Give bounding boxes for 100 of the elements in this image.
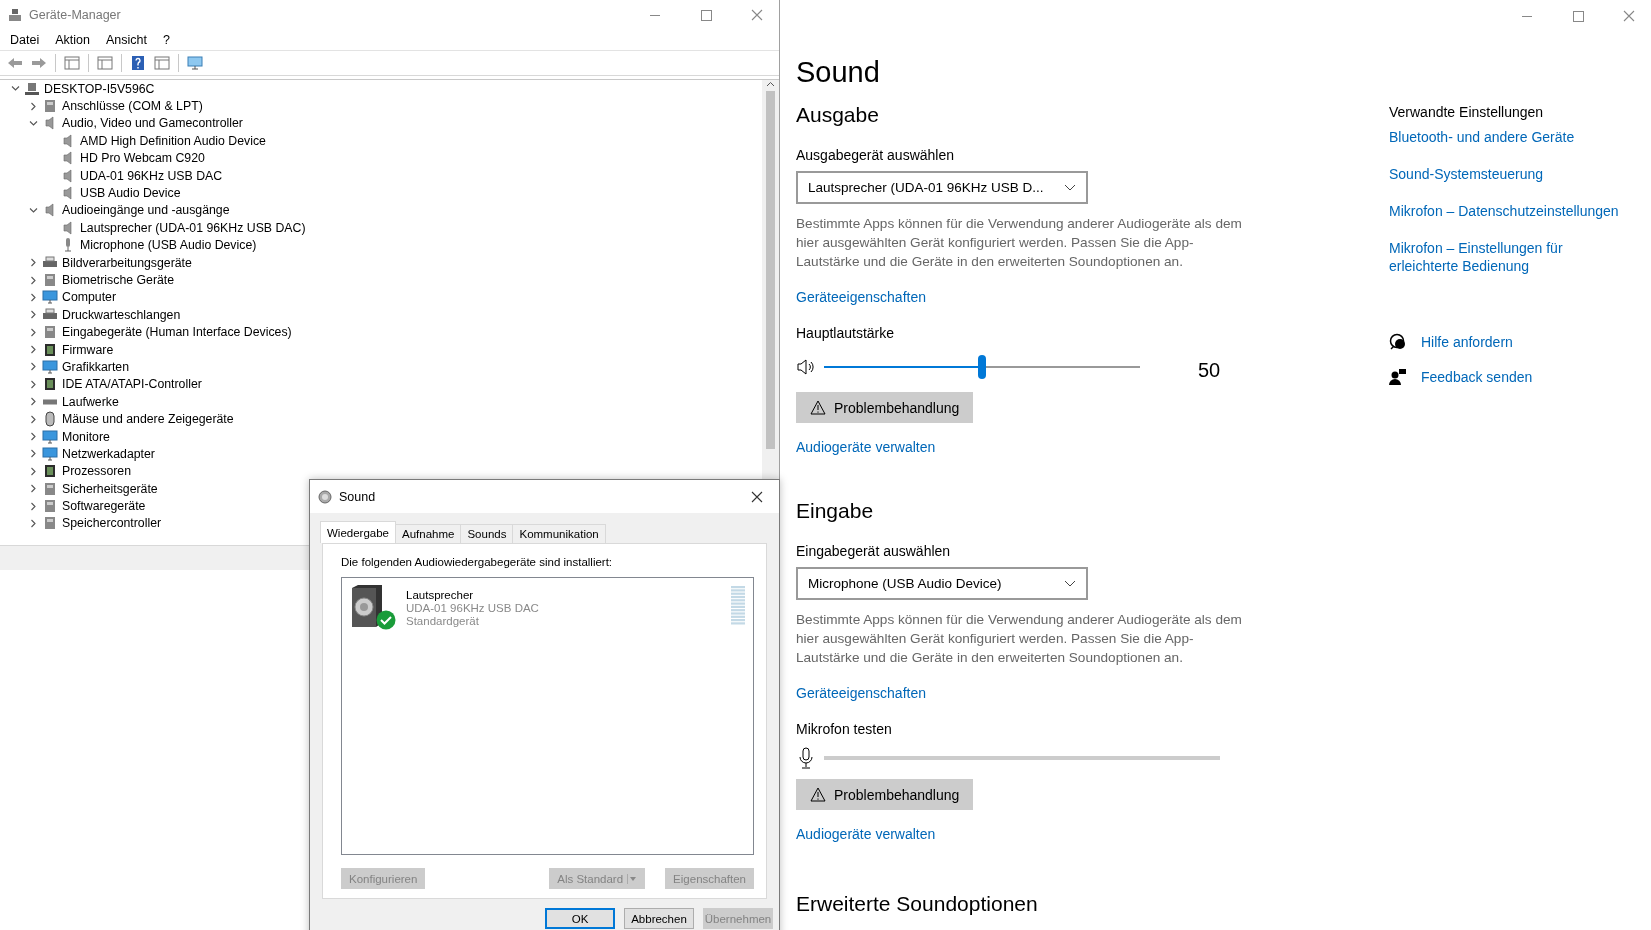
field-label: Mikrofon testen xyxy=(796,721,892,737)
feedback-icon xyxy=(1389,367,1407,386)
help-chat-icon xyxy=(1389,332,1407,351)
section-heading: Eingabe xyxy=(796,499,874,523)
monitor-icon xyxy=(42,428,58,445)
menu-item[interactable]: Ansicht xyxy=(97,33,155,47)
close-icon xyxy=(1623,10,1635,22)
forward-arrow-icon xyxy=(31,55,47,71)
tree-item[interactable]: Druckwarteschlangen xyxy=(62,307,181,322)
tree-item[interactable]: Laufwerke xyxy=(62,394,119,409)
monitor-icon xyxy=(42,445,58,462)
window-title: Geräte-Manager xyxy=(29,8,122,22)
window-icon xyxy=(154,55,170,71)
tree-item[interactable]: Speichercontroller xyxy=(62,516,162,531)
maximize-icon xyxy=(1572,10,1584,22)
settings-link[interactable]: Mikrofon – Einstellungen für erleichterte Bedienung xyxy=(1389,239,1629,275)
manage-devices-link[interactable]: Audiogeräte verwalten xyxy=(796,439,936,455)
tree-item[interactable]: Audioeingänge und -ausgänge xyxy=(62,203,230,218)
chevron-right-icon xyxy=(28,101,38,111)
section-heading: Ausgabe xyxy=(796,103,879,127)
tree-item[interactable]: Sicherheitsgeräte xyxy=(62,481,158,496)
tree-item[interactable]: Audio, Video und Gamecontroller xyxy=(62,116,243,131)
tree-item[interactable]: Softwaregeräte xyxy=(62,499,146,514)
menu-item[interactable]: Aktion xyxy=(47,33,98,47)
chip-icon xyxy=(42,341,58,358)
device-icon xyxy=(42,324,58,341)
tree-item[interactable]: DESKTOP-I5V596C xyxy=(44,81,155,96)
device-dropdown[interactable]: Lautsprecher (UDA-01 96KHz USB D... xyxy=(796,171,1088,204)
level-meter-icon xyxy=(731,586,745,626)
back-arrow-icon xyxy=(7,55,23,71)
speaker-icon xyxy=(796,356,816,377)
chip-icon xyxy=(42,376,58,393)
menu-item[interactable]: Datei xyxy=(2,33,48,47)
properties-link[interactable]: Geräteeigenschaften xyxy=(796,289,926,305)
chevron-down-icon xyxy=(1064,183,1076,192)
chevron-down-icon xyxy=(28,119,38,128)
tree-item[interactable]: Computer xyxy=(62,290,116,305)
manage-devices-link[interactable]: Audiogeräte verwalten xyxy=(796,826,936,842)
speaker-icon xyxy=(318,489,332,504)
maximize-icon xyxy=(700,9,712,21)
chevron-down-icon xyxy=(28,205,38,215)
tree-item[interactable]: Prozessoren xyxy=(62,464,132,479)
tab[interactable]: Kommunikation xyxy=(512,524,606,543)
scroll-up-icon xyxy=(766,80,775,89)
caret-icon xyxy=(627,873,638,884)
window-icon xyxy=(97,55,113,71)
scrollbar-thumb[interactable] xyxy=(766,91,775,449)
tab[interactable]: Wiedergabe xyxy=(320,521,396,543)
device-manager-icon xyxy=(8,8,22,22)
description-text: Bestimmte Apps können für die Verwendung anderer Audiogeräte als dem hier ausgewählten Gerät konfiguriert werden. Passen Sie die App-Lautstärke und die Geräte in den erweiterten Soundoptionen an. xyxy=(796,611,1243,667)
settings-link[interactable]: Mikrofon – Datenschutzeinstellungen xyxy=(1389,202,1619,220)
window-icon xyxy=(64,55,80,71)
tree-item[interactable]: Grafikkarten xyxy=(62,359,129,374)
drive-icon xyxy=(42,398,58,405)
tree-item[interactable]: Firmware xyxy=(62,342,114,357)
dialog-title: Sound xyxy=(339,489,377,504)
monitor-icon xyxy=(42,358,58,375)
page-title: Sound xyxy=(796,56,880,89)
tree-item[interactable]: Biometrische Geräte xyxy=(62,273,175,287)
properties-link[interactable]: Geräteeigenschaften xyxy=(796,685,926,701)
monitor-icon xyxy=(42,289,58,306)
computer-icon xyxy=(24,80,40,97)
tree-item[interactable]: Microphone (USB Audio Device) xyxy=(80,238,257,253)
close-icon xyxy=(751,490,763,503)
tree-item[interactable]: AMD High Definition Audio Device xyxy=(80,133,266,148)
troubleshoot-button[interactable]: Problembehandlung xyxy=(796,392,974,423)
device-icon xyxy=(42,98,58,115)
monitor-icon xyxy=(187,55,203,71)
menu-item[interactable]: ? xyxy=(154,33,178,47)
tree-item[interactable]: IDE ATA/ATAPI-Controller xyxy=(62,377,202,392)
button[interactable]: Abbrechen xyxy=(624,908,694,929)
volume-slider[interactable] xyxy=(824,354,1140,379)
field-label: Eingabegerät auswählen xyxy=(796,543,951,559)
chevron-down-icon xyxy=(1064,579,1076,588)
device-status: Standardgerät xyxy=(406,615,480,628)
warning-icon xyxy=(810,400,826,415)
warning-icon xyxy=(810,787,826,802)
settings-link[interactable]: Sound-Systemsteuerung xyxy=(1389,165,1544,183)
device-dropdown[interactable]: Microphone (USB Audio Device) xyxy=(796,567,1088,600)
tree-item[interactable]: HD Pro Webcam C920 xyxy=(80,151,205,166)
tree-item[interactable]: Anschlüsse (COM & LPT) xyxy=(62,99,203,114)
tree-item[interactable]: Mäuse und andere Zeigegeräte xyxy=(62,412,234,427)
tree-item[interactable]: Lautsprecher (UDA-01 96KHz USB DAC) xyxy=(80,220,306,235)
button[interactable]: OK xyxy=(545,908,615,929)
tree-item[interactable]: UDA-01 96KHz USB DAC xyxy=(80,168,223,183)
tree-item[interactable]: USB Audio Device xyxy=(80,186,181,201)
slider-thumb[interactable] xyxy=(978,354,986,379)
help-link[interactable]: Feedback senden xyxy=(1421,368,1533,385)
help-link[interactable]: Hilfe anfordern xyxy=(1421,333,1513,350)
description-text: Bestimmte Apps können für die Verwendung anderer Audiogeräte als dem hier ausgewählten Gerät konfiguriert werden. Passen Sie die App-Lautstärke und die Geräte in den erweiterten Soundoptionen an. xyxy=(796,215,1243,271)
device-icon xyxy=(42,498,58,515)
tree-item[interactable]: Bildverarbeitungsgeräte xyxy=(62,255,192,270)
device-icon xyxy=(42,272,58,288)
settings-link[interactable]: Bluetooth- und andere Geräte xyxy=(1389,128,1575,146)
instruction-text: Die folgenden Audiowiedergabegeräte sind installiert: xyxy=(341,556,614,568)
tree-item[interactable]: Eingabegeräte (Human Interface Devices) xyxy=(62,325,292,340)
troubleshoot-button[interactable]: Problembehandlung xyxy=(796,779,974,810)
tree-item[interactable]: Netzwerkadapter xyxy=(62,446,155,461)
device-icon xyxy=(42,515,58,532)
tree-item[interactable]: Monitore xyxy=(62,429,110,444)
